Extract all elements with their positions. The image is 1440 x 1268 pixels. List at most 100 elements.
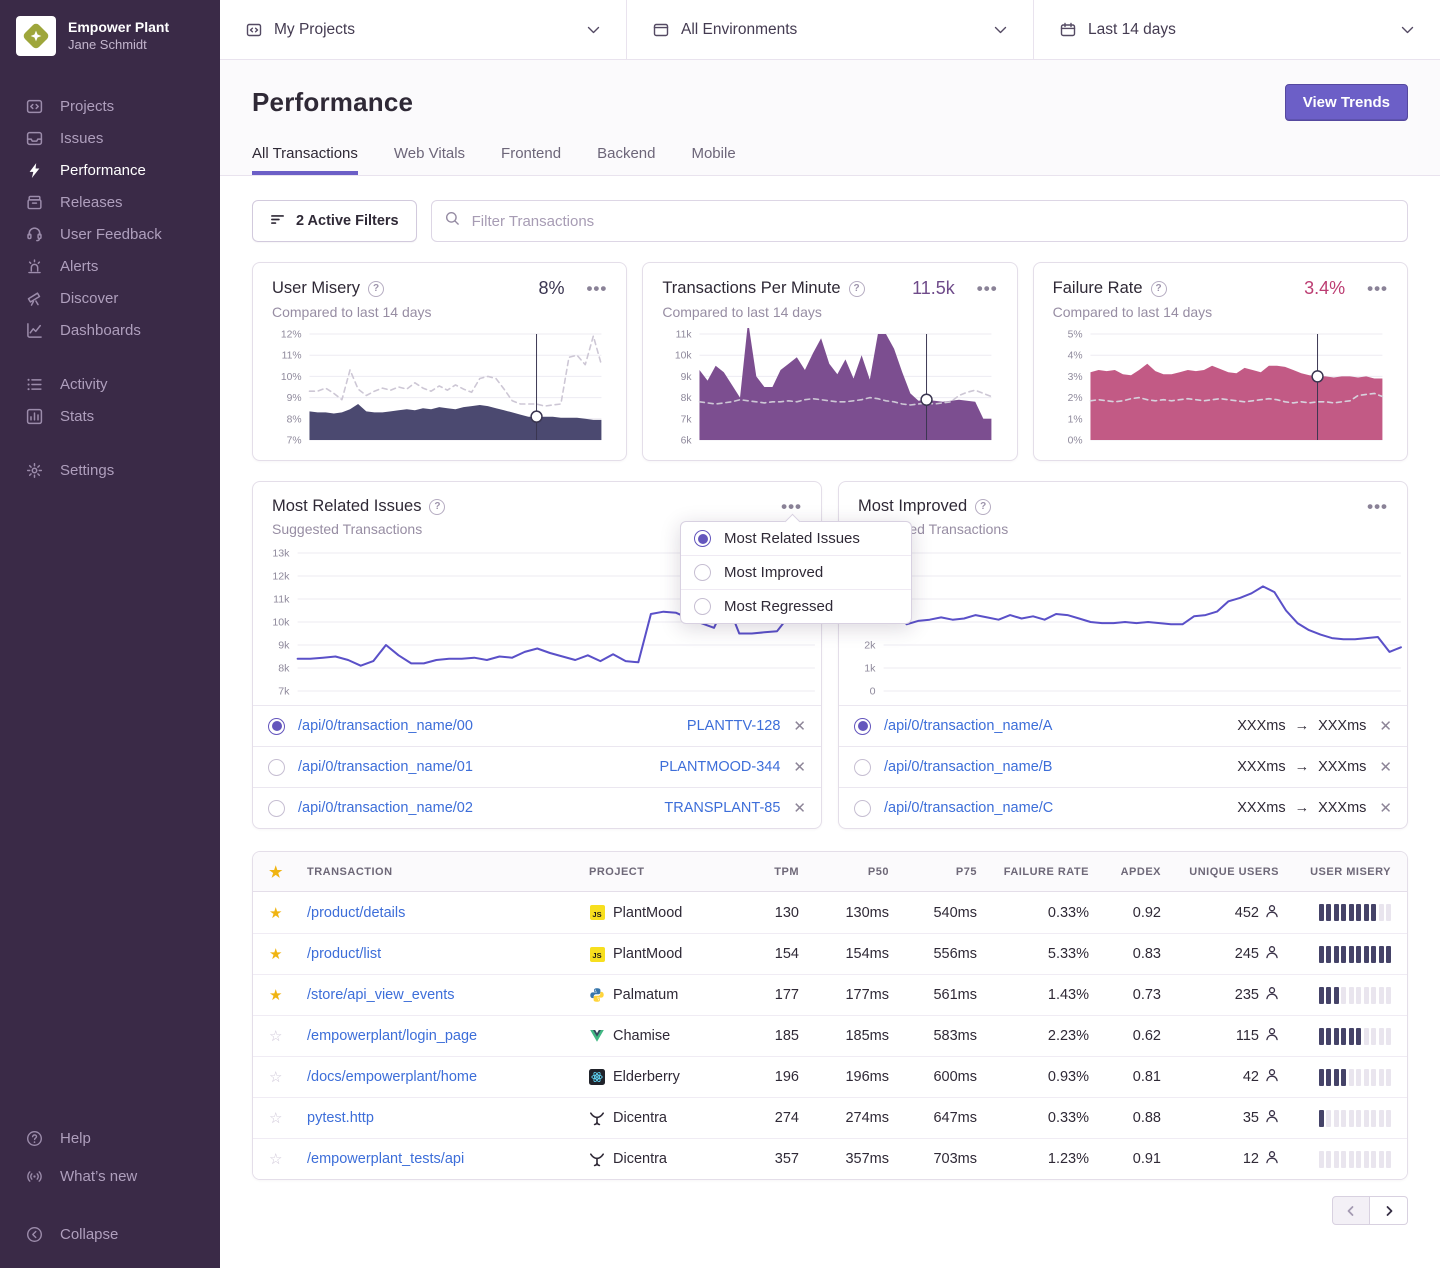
transaction-link[interactable]: /api/0/transaction_name/00 xyxy=(298,718,473,734)
tab-frontend[interactable]: Frontend xyxy=(501,145,561,175)
radio-unselected[interactable] xyxy=(268,759,285,776)
transaction-link[interactable]: pytest.http xyxy=(307,1110,374,1126)
help-icon[interactable]: ? xyxy=(429,499,445,515)
active-filters-button[interactable]: 2 Active Filters xyxy=(252,200,417,242)
next-page-button[interactable] xyxy=(1370,1196,1408,1225)
menu-item-most-related-issues[interactable]: Most Related Issues xyxy=(681,522,911,555)
transaction-link[interactable]: /docs/empowerplant/home xyxy=(307,1069,477,1085)
sidebar-item-issues[interactable]: Issues xyxy=(0,122,220,154)
star-icon-outline[interactable]: ☆ xyxy=(269,1150,307,1168)
card-menu-button[interactable]: ••• xyxy=(1367,502,1388,512)
radio-selected[interactable] xyxy=(854,718,871,735)
transaction-link[interactable]: /api/0/transaction_name/A xyxy=(884,718,1052,734)
help-icon[interactable]: ? xyxy=(1151,281,1167,297)
star-icon[interactable]: ★ xyxy=(269,863,307,881)
issue-tag[interactable]: PLANTTV-128 xyxy=(687,718,781,734)
sidebar-item-discover[interactable]: Discover xyxy=(0,282,220,314)
sidebar-item-activity[interactable]: Activity xyxy=(0,368,220,400)
column-header[interactable]: TPM xyxy=(741,866,799,878)
view-trends-button[interactable]: View Trends xyxy=(1285,84,1408,121)
tab-web-vitals[interactable]: Web Vitals xyxy=(394,145,465,175)
card-menu-button[interactable]: ••• xyxy=(781,502,802,512)
list-item[interactable]: /api/0/transaction_name/02 TRANSPLANT-85… xyxy=(253,787,821,828)
sidebar-item-releases[interactable]: Releases xyxy=(0,186,220,218)
star-icon-outline[interactable]: ☆ xyxy=(269,1109,307,1127)
tab-backend[interactable]: Backend xyxy=(597,145,655,175)
column-header[interactable]: Unique Users xyxy=(1161,866,1279,878)
transaction-link[interactable]: /store/api_view_events xyxy=(307,987,455,1003)
sidebar-item-settings[interactable]: Settings xyxy=(0,454,220,486)
list-item[interactable]: /api/0/transaction_name/01 PLANTMOOD-344… xyxy=(253,746,821,787)
tab-all-transactions[interactable]: All Transactions xyxy=(252,145,358,175)
table-row[interactable]: ★/product/listJSPlantMood154154ms556ms5.… xyxy=(253,933,1407,974)
sidebar-item-whats-new[interactable]: What’s new xyxy=(0,1160,220,1192)
issue-tag[interactable]: TRANSPLANT-85 xyxy=(664,800,780,816)
transaction-link[interactable]: /api/0/transaction_name/01 xyxy=(298,759,473,775)
org-switcher[interactable]: Empower Plant Jane Schmidt xyxy=(0,16,220,56)
star-icon-outline[interactable]: ☆ xyxy=(269,1027,307,1045)
sidebar-item-help[interactable]: Help xyxy=(0,1122,220,1154)
radio-unselected[interactable] xyxy=(854,759,871,776)
transaction-link[interactable]: /api/0/transaction_name/02 xyxy=(298,800,473,816)
column-header[interactable]: Apdex xyxy=(1089,866,1161,878)
menu-item-most-regressed[interactable]: Most Regressed xyxy=(681,589,911,623)
close-icon[interactable]: ✕ xyxy=(789,717,806,735)
card-menu-button[interactable]: ••• xyxy=(586,284,607,294)
column-header[interactable]: Failure Rate xyxy=(977,866,1089,878)
sidebar-item-stats[interactable]: Stats xyxy=(0,400,220,432)
sidebar-item-user-feedback[interactable]: User Feedback xyxy=(0,218,220,250)
table-row[interactable]: ☆/docs/empowerplant/homeElderberry196196… xyxy=(253,1056,1407,1097)
card-menu-button[interactable]: ••• xyxy=(1367,284,1388,294)
card-menu-button[interactable]: ••• xyxy=(977,284,998,294)
issue-tag[interactable]: PLANTMOOD-344 xyxy=(660,759,781,775)
help-icon[interactable]: ? xyxy=(975,499,991,515)
star-icon-filled[interactable]: ★ xyxy=(269,986,307,1004)
table-row[interactable]: ★/store/api_view_eventsPalmatum177177ms5… xyxy=(253,974,1407,1015)
transaction-link[interactable]: /empowerplant/login_page xyxy=(307,1028,477,1044)
radio-unselected[interactable] xyxy=(268,800,285,817)
radio-unselected[interactable] xyxy=(854,800,871,817)
improved-list: /api/0/transaction_name/A XXXms→XXXms✕ /… xyxy=(839,705,1407,828)
sidebar-item-alerts[interactable]: Alerts xyxy=(0,250,220,282)
star-icon-filled[interactable]: ★ xyxy=(269,904,307,922)
date-range-selector[interactable]: Last 14 days xyxy=(1034,0,1440,59)
radio-selected[interactable] xyxy=(268,718,285,735)
list-item[interactable]: /api/0/transaction_name/B XXXms→XXXms✕ xyxy=(839,746,1407,787)
column-header[interactable]: P50 xyxy=(799,866,889,878)
transaction-link[interactable]: /product/details xyxy=(307,905,405,921)
project-selector[interactable]: My Projects xyxy=(220,0,627,59)
column-header[interactable]: Project xyxy=(589,866,741,878)
table-row[interactable]: ★/product/detailsJSPlantMood130130ms540m… xyxy=(253,892,1407,933)
help-icon[interactable]: ? xyxy=(368,281,384,297)
sidebar-item-performance[interactable]: Performance xyxy=(0,154,220,186)
table-row[interactable]: ☆/empowerplant/login_pageChamise185185ms… xyxy=(253,1015,1407,1056)
star-icon-outline[interactable]: ☆ xyxy=(269,1068,307,1086)
close-icon[interactable]: ✕ xyxy=(1375,717,1392,735)
transaction-link[interactable]: /product/list xyxy=(307,946,381,962)
search-input[interactable] xyxy=(470,212,1394,231)
sidebar-item-dashboards[interactable]: Dashboards xyxy=(0,314,220,346)
column-header[interactable]: Transaction xyxy=(307,866,589,878)
table-row[interactable]: ☆/empowerplant_tests/apiDicentra357357ms… xyxy=(253,1138,1407,1179)
tab-mobile[interactable]: Mobile xyxy=(691,145,735,175)
column-header[interactable]: User Misery xyxy=(1279,866,1391,878)
transaction-link[interactable]: /empowerplant_tests/api xyxy=(307,1151,464,1167)
close-icon[interactable]: ✕ xyxy=(1375,758,1392,776)
sidebar-item-projects[interactable]: Projects xyxy=(0,90,220,122)
transaction-link[interactable]: /api/0/transaction_name/B xyxy=(884,759,1052,775)
close-icon[interactable]: ✕ xyxy=(789,758,806,776)
sidebar-collapse-button[interactable]: Collapse xyxy=(0,1218,220,1250)
list-item[interactable]: /api/0/transaction_name/A XXXms→XXXms✕ xyxy=(839,705,1407,746)
star-icon-filled[interactable]: ★ xyxy=(269,945,307,963)
column-header[interactable]: P75 xyxy=(889,866,977,878)
previous-page-button[interactable] xyxy=(1332,1196,1370,1225)
list-item[interactable]: /api/0/transaction_name/00 PLANTTV-128 ✕ xyxy=(253,705,821,746)
table-row[interactable]: ☆pytest.httpDicentra274274ms647ms0.33%0.… xyxy=(253,1097,1407,1138)
environment-selector[interactable]: All Environments xyxy=(627,0,1034,59)
menu-item-most-improved[interactable]: Most Improved xyxy=(681,555,911,589)
transaction-link[interactable]: /api/0/transaction_name/C xyxy=(884,800,1053,816)
list-item[interactable]: /api/0/transaction_name/C XXXms→XXXms✕ xyxy=(839,787,1407,828)
close-icon[interactable]: ✕ xyxy=(1375,799,1392,817)
close-icon[interactable]: ✕ xyxy=(789,799,806,817)
help-icon[interactable]: ? xyxy=(849,281,865,297)
